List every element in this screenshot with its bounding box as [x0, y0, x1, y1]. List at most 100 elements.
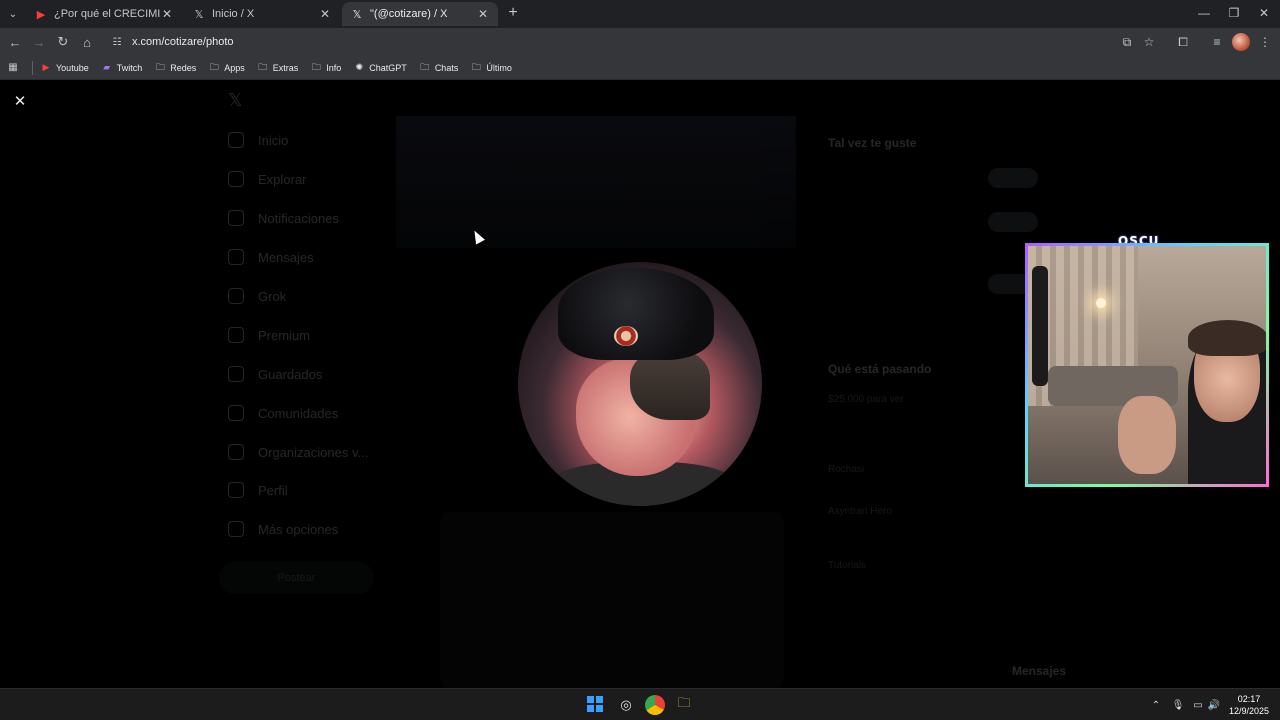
bookmark-youtube[interactable]: ▶ Youtube [41, 62, 89, 73]
install-app-icon[interactable]: ⧉ [1118, 33, 1136, 51]
bookmark-twitch[interactable]: ▰ Twitch [102, 62, 142, 73]
window-close-icon[interactable]: ✕ [1252, 4, 1276, 22]
bookmark-icon [228, 366, 244, 382]
address-bar[interactable]: ☷ x.com/cotizare/photo [104, 31, 1104, 53]
close-photo-icon[interactable]: ✕ [10, 91, 30, 111]
nav-item-guardados: Guardados [228, 364, 322, 384]
windows-start-icon[interactable] [586, 695, 604, 713]
folder-icon: 🗀 [420, 61, 430, 72]
cam-hand [1118, 396, 1176, 474]
folder-icon: 🗀 [155, 61, 165, 72]
tray-overflow-icon[interactable]: ⌃ [1148, 697, 1164, 713]
right-section-title: Tal vez te guste [828, 136, 917, 150]
apps-grid-icon[interactable]: ▦ [6, 61, 20, 75]
nav-item-mas-opciones: Más opciones [228, 519, 338, 539]
bookmarks-bar: ▦ ▶ Youtube ▰ Twitch 🗀 Redes 🗀 Apps 🗀 Ex… [0, 56, 1280, 80]
trend-item: Tutorials [828, 560, 866, 571]
profile-banner [396, 116, 796, 248]
reload-icon[interactable]: ↻ [54, 33, 72, 51]
tab-youtube[interactable]: ▶ ¿Por qué el CRECIMIENTO no E ✕ [26, 2, 182, 26]
bookmark-redes[interactable]: 🗀 Redes [155, 61, 197, 73]
tab-search-icon[interactable]: ⌄ [4, 5, 22, 23]
photo-hair [630, 350, 710, 420]
tab-title: ¿Por qué el CRECIMIENTO no E [54, 8, 160, 20]
trend-item: Asyntran Hero [828, 506, 892, 517]
user-icon [228, 482, 244, 498]
twitch-icon: ▰ [103, 62, 111, 72]
site-info-icon[interactable]: ☷ [110, 35, 124, 49]
volume-icon[interactable]: 🔊 [1206, 697, 1222, 713]
photo-hat [558, 268, 714, 360]
forward-icon[interactable]: → [30, 33, 48, 51]
menu-icon[interactable]: ⋮ [1256, 33, 1274, 51]
folder-icon: 🗀 [209, 61, 219, 72]
tab-title: "(@cotizare) / X [370, 8, 448, 20]
photo-hat-badge [614, 326, 638, 346]
nav-item-premium: Premium [228, 325, 310, 345]
chatgpt-icon: ✺ [355, 62, 364, 72]
clock[interactable]: 02:17 12/9/2025 [1226, 693, 1272, 717]
obs-icon[interactable]: ◎ [616, 695, 636, 715]
folder-icon: 🗀 [258, 61, 268, 72]
bell-icon [228, 210, 244, 226]
nav-item-explorar: Explorar [228, 169, 306, 189]
post-button: Postear [219, 562, 374, 594]
bookmark-chats[interactable]: 🗀 Chats [420, 61, 459, 73]
people-icon [228, 405, 244, 421]
nav-item-grok: Grok [228, 286, 286, 306]
new-tab-icon[interactable]: + [504, 4, 522, 22]
bookmark-label: Redes [170, 62, 197, 73]
url-text: x.com/cotizare/photo [132, 36, 234, 48]
taskbar: ◎ 🗀 ⌃ 🎙 ▭ 🔊 02:17 12/9/2025 [0, 688, 1280, 720]
bookmark-chatgpt[interactable]: ✺ ChatGPT [354, 62, 407, 73]
profile-avatar-icon[interactable] [1232, 33, 1250, 51]
restore-icon[interactable]: ❐ [1222, 4, 1246, 22]
nav-item-mensajes: Mensajes [228, 247, 314, 267]
tab-strip: ⌄ ▶ ¿Por qué el CRECIMIENTO no E ✕ 𝕏 Ini… [0, 0, 1280, 28]
back-icon[interactable]: ← [6, 33, 24, 51]
chrome-icon[interactable] [645, 695, 665, 715]
bookmark-label: Apps [224, 62, 245, 73]
bookmark-ultimo[interactable]: 🗀 Último [471, 62, 512, 73]
bookmarks-divider [32, 60, 33, 75]
x-icon: 𝕏 [194, 8, 204, 21]
bookmark-star-icon[interactable]: ☆ [1140, 33, 1158, 51]
minimize-icon[interactable]: — [1192, 4, 1216, 22]
clock-date: 12/9/2025 [1228, 706, 1270, 716]
follow-button [988, 212, 1038, 232]
tab-cotizare[interactable]: 𝕏 "(@cotizare) / X ✕ [342, 2, 498, 26]
tab-title: Inicio / X [212, 8, 255, 20]
feed-media-card [440, 512, 784, 688]
lightning-icon [228, 444, 244, 460]
x-logo-icon: 𝕏 [228, 89, 243, 110]
nav-item-comunidades: Comunidades [228, 403, 338, 423]
network-icon[interactable]: ▭ [1190, 697, 1206, 713]
cam-microphone [1032, 266, 1048, 386]
bookmark-label: Youtube [56, 62, 89, 73]
nav-item-notificaciones: Notificaciones [228, 208, 339, 228]
microphone-icon[interactable]: 🎙 [1170, 697, 1186, 713]
grok-icon [228, 288, 244, 304]
media-control-icon[interactable]: ≡ [1208, 33, 1226, 51]
file-explorer-icon[interactable]: 🗀 [674, 695, 694, 715]
home-icon [228, 132, 244, 148]
home-icon[interactable]: ⌂ [78, 33, 96, 51]
extensions-icon[interactable]: ⧠ [1174, 33, 1192, 51]
bookmark-info[interactable]: 🗀 Info [311, 62, 342, 73]
trend-item: Rochasi [828, 464, 865, 475]
close-icon[interactable]: ✕ [318, 7, 332, 21]
bookmark-label: Chats [434, 62, 459, 73]
youtube-icon: ▶ [36, 8, 46, 21]
right-section-title: Qué está pasando [828, 362, 932, 376]
tab-inicio[interactable]: 𝕏 Inicio / X ✕ [184, 2, 340, 26]
bookmark-label: Extras [272, 62, 299, 73]
close-icon[interactable]: ✕ [160, 7, 174, 21]
cam-lamp [1096, 298, 1106, 308]
bookmark-apps[interactable]: 🗀 Apps [209, 61, 245, 73]
cam-hair [1188, 320, 1266, 356]
youtube-icon: ▶ [42, 62, 50, 72]
mail-icon [228, 249, 244, 265]
search-icon [228, 171, 244, 187]
close-icon[interactable]: ✕ [476, 7, 490, 21]
bookmark-extras[interactable]: 🗀 Extras [258, 61, 299, 73]
